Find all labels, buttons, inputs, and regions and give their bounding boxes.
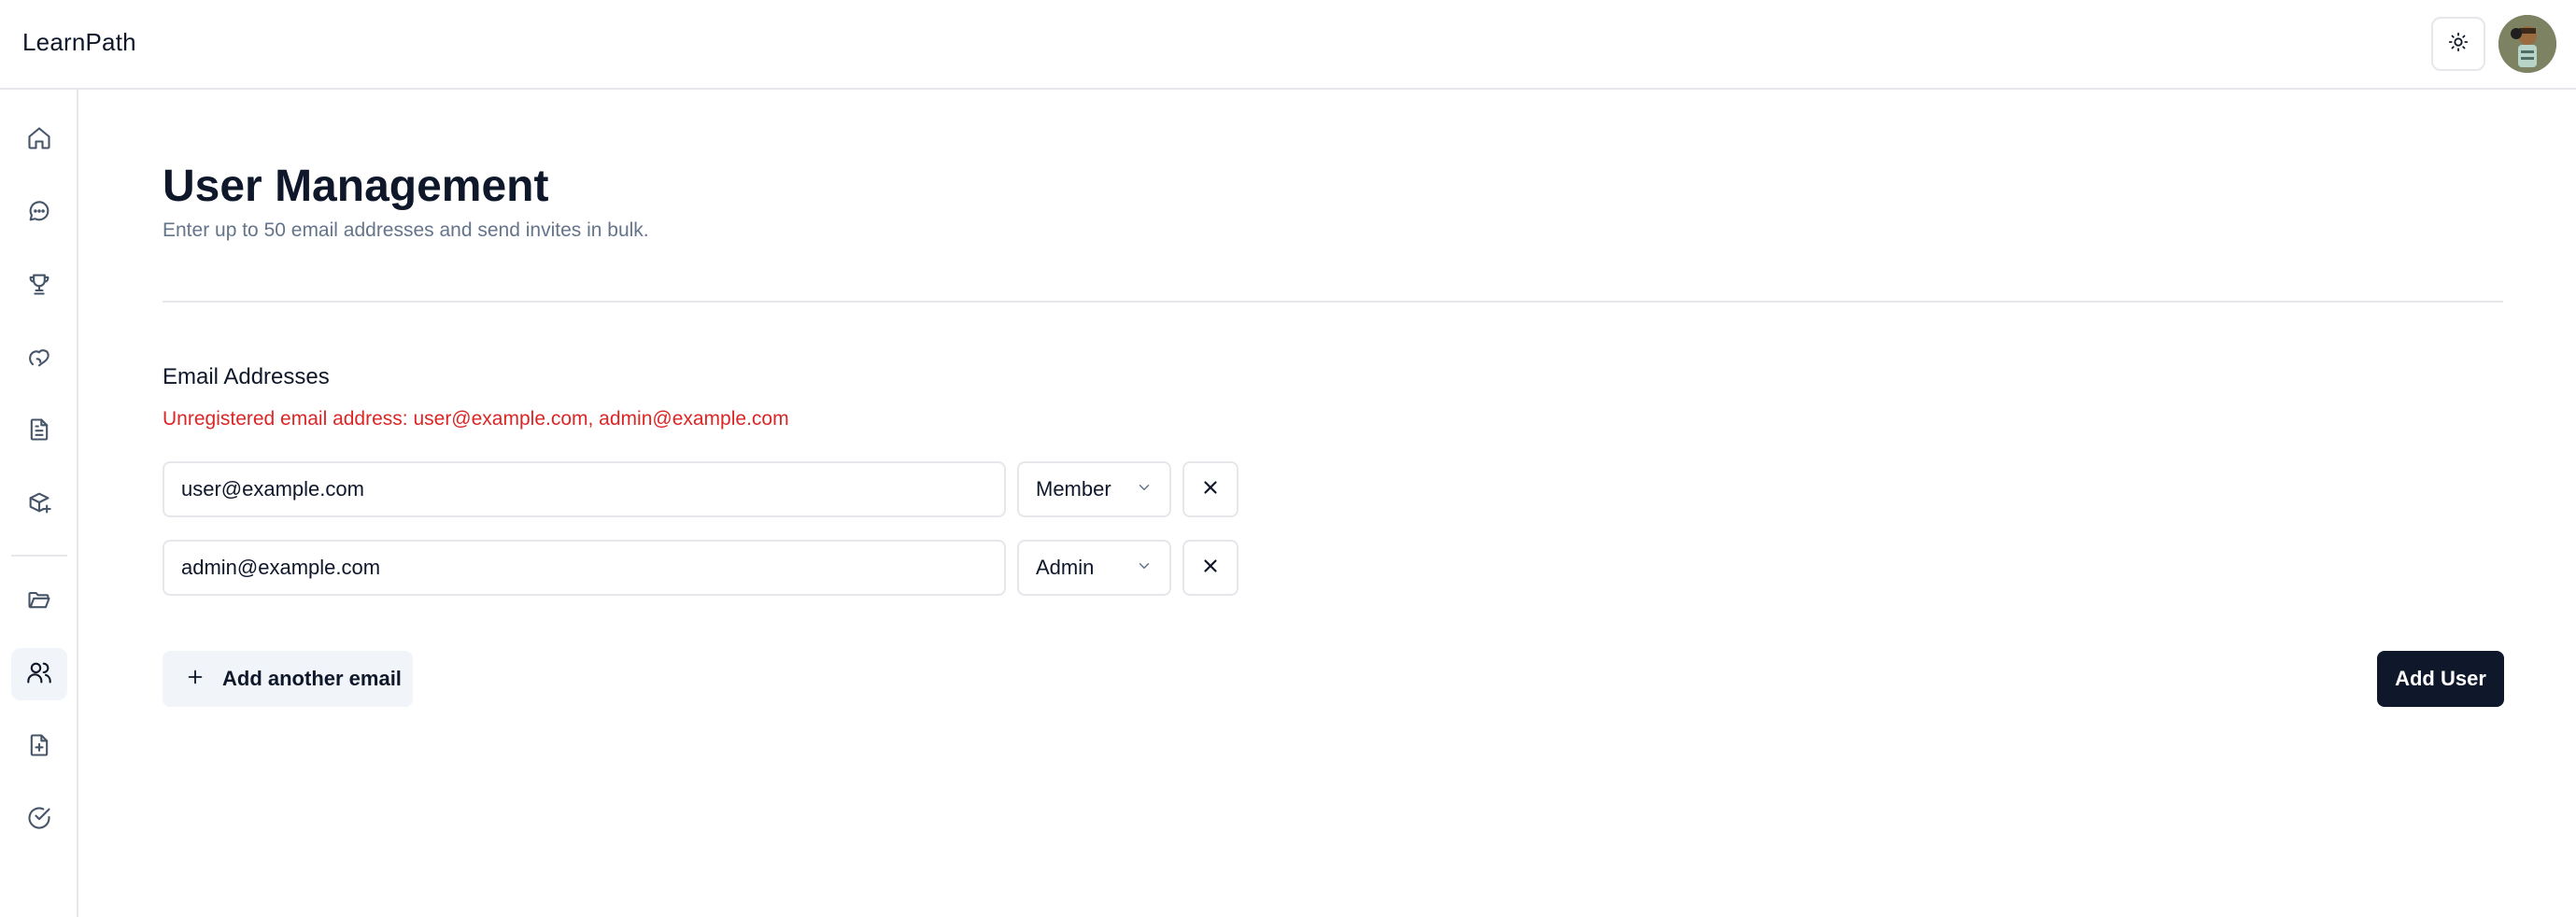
app-title[interactable]: LearnPath: [22, 28, 136, 57]
chevron-down-icon: [1136, 479, 1153, 501]
add-user-button[interactable]: Add User: [2377, 651, 2504, 707]
sidebar: [0, 90, 78, 917]
top-bar: LearnPath: [0, 0, 2576, 90]
remove-email-button[interactable]: [1182, 540, 1238, 596]
sidebar-item-packages[interactable]: [11, 478, 67, 530]
add-another-email-label: Add another email: [222, 667, 402, 690]
folder-open-icon: [26, 586, 52, 617]
add-another-email-button[interactable]: Add another email: [163, 651, 413, 707]
email-input[interactable]: [163, 540, 1006, 596]
role-select[interactable]: Member: [1017, 461, 1171, 517]
chevron-down-icon: [1136, 557, 1153, 579]
theme-toggle-button[interactable]: [2431, 17, 2485, 71]
email-addresses-label: Email Addresses: [163, 364, 330, 389]
sidebar-item-users[interactable]: [11, 648, 67, 700]
error-message: Unregistered email address: user@example…: [163, 408, 789, 430]
page-subtitle: Enter up to 50 email addresses and send …: [163, 219, 649, 241]
remove-email-button[interactable]: [1182, 461, 1238, 517]
sidebar-item-home[interactable]: [11, 114, 67, 166]
sun-icon: [2448, 32, 2469, 57]
close-icon: [1200, 477, 1221, 502]
sidebar-item-care[interactable]: [11, 332, 67, 385]
avatar[interactable]: [2498, 15, 2556, 73]
package-plus-icon: [26, 489, 52, 520]
sidebar-item-trophy[interactable]: [11, 260, 67, 312]
add-user-label: Add User: [2395, 667, 2486, 690]
file-plus-icon: [26, 732, 52, 763]
email-input[interactable]: [163, 461, 1006, 517]
plus-icon: [185, 667, 205, 692]
hand-heart-icon: [26, 344, 52, 374]
users-icon: [26, 659, 52, 690]
sidebar-item-new-file[interactable]: [11, 721, 67, 773]
sidebar-divider: [11, 555, 67, 557]
page-title: User Management: [163, 162, 549, 211]
sidebar-item-documents[interactable]: [11, 405, 67, 458]
role-select-value: Admin: [1036, 556, 1095, 579]
close-icon: [1200, 556, 1221, 581]
check-circle-icon: [26, 805, 52, 836]
sidebar-item-folders[interactable]: [11, 575, 67, 628]
sidebar-item-chat[interactable]: [11, 187, 67, 239]
home-icon: [26, 125, 52, 156]
role-select[interactable]: Admin: [1017, 540, 1171, 596]
chat-icon: [26, 198, 52, 229]
trophy-icon: [26, 271, 52, 302]
document-icon: [26, 416, 52, 447]
sidebar-item-tasks[interactable]: [11, 794, 67, 846]
role-select-value: Member: [1036, 477, 1111, 501]
section-divider: [163, 301, 2503, 303]
